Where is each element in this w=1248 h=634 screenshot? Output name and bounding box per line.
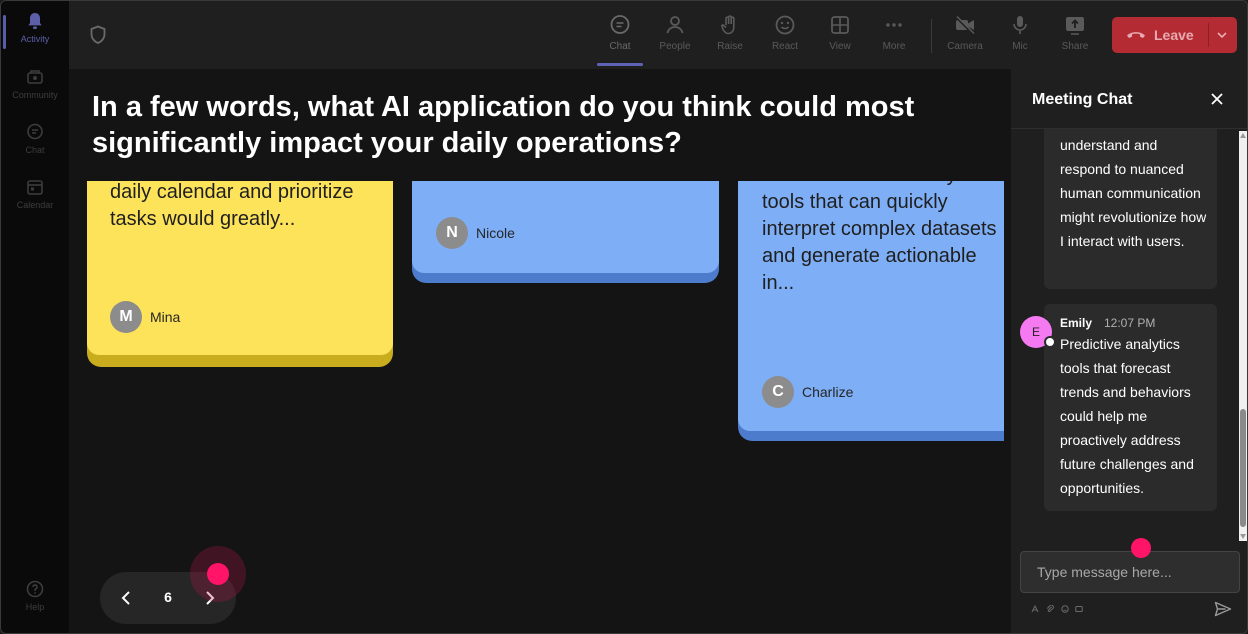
emoji-icon[interactable] (1061, 605, 1069, 613)
response-text: Automated data analysis tools that can q… (762, 181, 997, 294)
pointer-cursor (207, 563, 229, 585)
react-label: React (771, 41, 799, 52)
author-name: Charlize (802, 384, 854, 400)
community-icon (27, 70, 43, 84)
raise-hand-button[interactable]: Raise (705, 13, 755, 52)
leave-label: Leave (1154, 27, 1194, 43)
message-sender: Emily (1060, 316, 1093, 330)
meeting-toolbar: Chat People Raise React View More Camera (69, 1, 1247, 69)
author-name: Mina (150, 309, 181, 325)
react-button[interactable]: React (760, 13, 810, 52)
calendar-icon (27, 180, 43, 195)
camera-label: Camera (947, 41, 983, 52)
author-name: Nicole (476, 225, 515, 241)
chat-scrollbar[interactable] (1239, 131, 1247, 541)
response-card[interactable]: daily calendar and prioritize tasks woul… (87, 181, 393, 367)
presence-status (1044, 336, 1056, 348)
scroll-up-arrow-icon[interactable] (1240, 133, 1246, 138)
message-text: understand and respond to nuanced human … (1060, 137, 1207, 249)
meeting-window: Activity Community Chat Calendar Help Ch… (0, 0, 1248, 634)
pointer-cursor (1131, 538, 1151, 558)
share-screen-icon (1066, 17, 1084, 35)
more-button[interactable]: More (869, 13, 919, 52)
rail-item-label: Chat (25, 145, 45, 155)
share-label: Share (1061, 41, 1089, 52)
rail-item-label: Help (25, 602, 45, 612)
response-author: M Mina (110, 301, 180, 333)
response-card-body: N Nicole (412, 181, 719, 273)
people-button[interactable]: People (650, 13, 700, 52)
chat-icon (27, 123, 43, 140)
scroll-thumb[interactable] (1240, 409, 1246, 527)
shield-icon[interactable] (89, 25, 107, 45)
chevron-down-icon[interactable] (1215, 28, 1229, 42)
message-input[interactable] (1020, 551, 1240, 593)
gif-icon[interactable] (1075, 605, 1083, 613)
message-text: Predictive analytics tools that forecast… (1060, 336, 1194, 496)
camera-button[interactable]: Camera (940, 13, 990, 52)
rail-item-label: Activity (20, 34, 50, 44)
chat-button[interactable]: Chat (595, 13, 645, 52)
avatar: M (110, 301, 142, 333)
poll-question: In a few words, what AI application do y… (92, 91, 915, 159)
chat-title: Meeting Chat (1032, 91, 1133, 108)
chat-header: Meeting Chat (1011, 69, 1247, 129)
camera-off-icon (955, 15, 975, 35)
avatar: C (762, 376, 794, 408)
response-card-body: daily calendar and prioritize tasks woul… (87, 181, 393, 355)
page-number: 6 (164, 589, 172, 605)
chat-messages[interactable]: understand and respond to nuanced human … (1011, 129, 1239, 543)
help-icon (26, 580, 44, 598)
response-card[interactable]: N Nicole (412, 181, 719, 283)
leave-separator (1208, 23, 1209, 47)
chat-panel: Meeting Chat understand and respond to n… (1011, 69, 1247, 633)
chat-message: understand and respond to nuanced human … (1044, 129, 1217, 289)
close-icon[interactable] (1209, 91, 1225, 107)
rail-item-chat[interactable]: Chat (1, 122, 69, 155)
more-dots-icon (886, 23, 902, 27)
attach-icon[interactable] (1046, 605, 1054, 613)
avatar: N (436, 217, 468, 249)
rail-item-help[interactable]: Help (1, 579, 69, 612)
view-label: View (829, 41, 851, 52)
scroll-down-arrow-icon[interactable] (1240, 534, 1246, 539)
people-label: People (659, 41, 691, 52)
app-rail: Activity Community Chat Calendar Help (1, 1, 69, 633)
response-card[interactable]: Automated data analysis tools that can q… (738, 181, 1004, 441)
grid-icon (831, 16, 849, 34)
response-author: C Charlize (762, 376, 853, 408)
presentation-stage: In a few words, what AI application do y… (69, 69, 1011, 633)
person-icon (666, 16, 684, 34)
bell-icon (28, 13, 42, 29)
message-time: 12:07 PM (1104, 316, 1156, 330)
rail-item-calendar[interactable]: Calendar (1, 177, 69, 210)
rail-item-community[interactable]: Community (1, 67, 69, 100)
microphone-icon (1013, 16, 1027, 34)
phone-hangup-icon (1127, 32, 1145, 38)
active-tab-indicator (597, 63, 643, 66)
chat-message: Emily 12:07 PM Predictive analytics tool… (1044, 304, 1217, 511)
chevron-left-icon[interactable] (118, 589, 134, 607)
rail-item-label: Community (12, 90, 58, 100)
view-button[interactable]: View (815, 13, 865, 52)
send-icon[interactable] (1214, 601, 1232, 617)
share-button[interactable]: Share (1050, 13, 1100, 52)
response-text: daily calendar and prioritize tasks woul… (110, 181, 354, 230)
format-icon[interactable] (1031, 605, 1039, 613)
rail-item-activity[interactable]: Activity (1, 11, 69, 49)
more-label: More (882, 41, 906, 52)
toolbar-divider (931, 19, 932, 53)
mic-label: Mic (1012, 41, 1028, 52)
hand-icon (721, 15, 735, 35)
raise-label: Raise (717, 41, 743, 52)
leave-button[interactable]: Leave (1112, 17, 1237, 53)
response-card-body: Automated data analysis tools that can q… (738, 181, 1004, 431)
mic-button[interactable]: Mic (995, 13, 1045, 52)
smiley-icon (775, 15, 795, 35)
chat-label: Chat (609, 41, 631, 52)
response-author: N Nicole (436, 217, 515, 249)
rail-item-label: Calendar (16, 200, 54, 210)
chat-icon (610, 15, 630, 34)
